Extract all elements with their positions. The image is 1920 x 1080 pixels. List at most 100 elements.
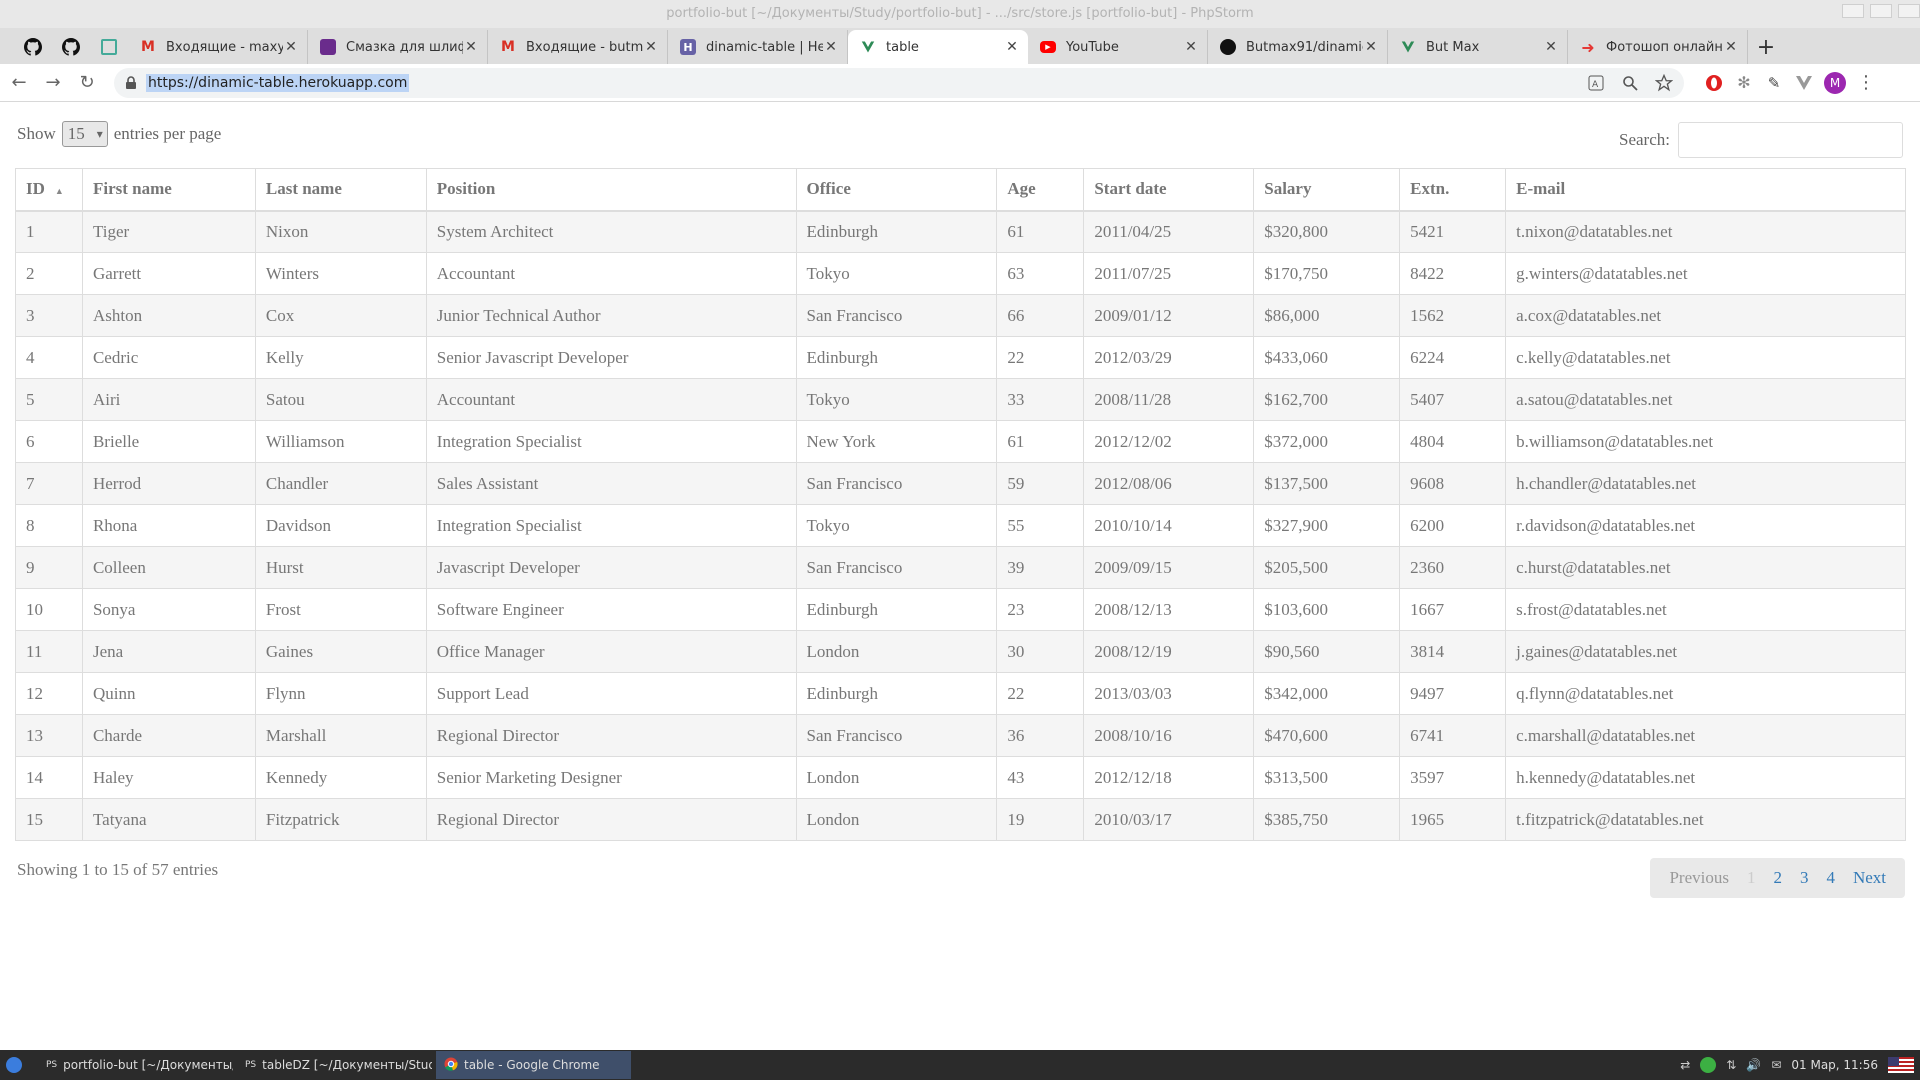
page-button[interactable]: 2 — [1764, 868, 1791, 888]
column-header[interactable]: Extn. — [1399, 168, 1507, 212]
column-header[interactable]: First name — [81, 168, 256, 212]
browser-tab[interactable]: Смазка для шлифо✕ — [308, 30, 488, 64]
reload-button[interactable]: ↻ — [72, 68, 102, 98]
profile-avatar[interactable]: M — [1824, 71, 1846, 94]
start-menu-button[interactable] — [0, 1051, 28, 1079]
back-button[interactable]: ← — [4, 68, 34, 98]
column-header[interactable]: Salary — [1253, 168, 1401, 212]
table-cell: 2012/12/02 — [1083, 420, 1255, 463]
table-cell: 2008/11/28 — [1083, 378, 1255, 421]
table-cell: 7 — [15, 462, 83, 505]
flag-icon[interactable] — [1888, 1057, 1914, 1073]
table-cell: Frost — [254, 588, 427, 631]
translate-icon[interactable]: A — [1586, 73, 1606, 93]
table-cell: 4 — [15, 336, 83, 379]
table-cell: Cedric — [81, 336, 256, 379]
arrow-icon: ➜ — [1581, 37, 1595, 57]
menu-kebab-icon[interactable]: ⋮ — [1856, 72, 1876, 93]
opera-extension-icon[interactable] — [1704, 73, 1724, 93]
table-cell: Edinburgh — [795, 588, 998, 631]
clock[interactable]: 01 Мар, 11:56 — [1791, 1058, 1878, 1072]
close-window-icon[interactable] — [1898, 4, 1920, 18]
page-button[interactable]: 1 — [1738, 868, 1765, 888]
table-cell: Winters — [254, 252, 427, 295]
phpstorm-icon: PS — [245, 1060, 257, 1070]
pen-extension-icon[interactable]: ✎ — [1764, 73, 1784, 93]
table-cell: t.nixon@datatables.net — [1505, 210, 1906, 253]
minimize-icon[interactable] — [1842, 4, 1864, 18]
address-bar[interactable]: https://dinamic-table.herokuapp.com A — [114, 67, 1684, 98]
close-tab-icon[interactable]: ✕ — [1723, 39, 1739, 55]
close-tab-icon[interactable]: ✕ — [1183, 39, 1199, 55]
window-titlebar: portfolio-but [~/Документы/Study/portfol… — [0, 0, 1920, 28]
close-tab-icon[interactable]: ✕ — [1363, 39, 1379, 55]
close-tab-icon[interactable]: ✕ — [283, 39, 299, 55]
new-tab-button[interactable]: + — [1748, 30, 1784, 64]
browser-tab[interactable]: M Входящие - maxym✕ — [128, 30, 308, 64]
table-cell: Williamson — [254, 420, 427, 463]
search-input[interactable] — [1678, 122, 1903, 158]
zoom-icon[interactable] — [1620, 73, 1640, 93]
table-body: 1 Tiger Nixon System Architect Edinburgh 61 20… — [15, 210, 1906, 841]
taskbar-task[interactable]: table - Google Chrome — [436, 1051, 631, 1079]
table-row: 4 Cedric Kelly Senior Javascript Developer E… — [15, 336, 1906, 379]
transfer-icon[interactable]: ⇅ — [1726, 1058, 1736, 1072]
table-info: Showing 1 to 15 of 57 entries — [17, 860, 219, 879]
column-header[interactable]: E-mail — [1505, 168, 1906, 212]
column-header[interactable]: Age — [996, 168, 1085, 212]
close-tab-icon[interactable]: ✕ — [463, 39, 479, 55]
table-cell: Jena — [81, 630, 256, 673]
close-tab-icon[interactable]: ✕ — [1543, 39, 1559, 55]
previous-button[interactable]: Previous — [1660, 868, 1738, 888]
taskbar-task[interactable]: PS portfolio-but [~/Документы/... — [38, 1051, 233, 1079]
close-tab-icon[interactable]: ✕ — [643, 39, 659, 55]
taskbar-task[interactable]: PS tableDZ [~/Документы/Stud... — [237, 1051, 432, 1079]
table-cell: Edinburgh — [795, 672, 998, 715]
bookmark-star-icon[interactable] — [1654, 73, 1674, 93]
column-header[interactable]: Office — [795, 168, 998, 212]
chrome-icon — [444, 1057, 458, 1074]
browser-tab[interactable]: Butmax91/dinamic_t✕ — [1208, 30, 1388, 64]
next-button[interactable]: Next — [1844, 868, 1895, 888]
table-cell: 3 — [15, 294, 83, 337]
check-icon[interactable] — [1700, 1057, 1717, 1073]
pinned-tab-github-2[interactable] — [52, 30, 90, 64]
table-cell: 61 — [996, 210, 1085, 253]
network-icon[interactable]: ⇄ — [1680, 1058, 1690, 1072]
table-cell: Integration Specialist — [425, 504, 797, 547]
per-page-select[interactable]: 15 — [61, 121, 108, 147]
column-header[interactable]: ID ▲ — [15, 168, 83, 212]
table-cell: Quinn — [81, 672, 256, 715]
mail-icon[interactable]: ✉ — [1771, 1058, 1781, 1072]
browser-tab[interactable]: M Входящие - butmax✕ — [488, 30, 668, 64]
url-text[interactable]: https://dinamic-table.herokuapp.com — [146, 73, 410, 92]
table-cell: 10 — [15, 588, 83, 631]
maximize-icon[interactable] — [1870, 4, 1892, 18]
pinned-tab-app[interactable] — [90, 30, 128, 64]
table-cell: Regional Director — [425, 798, 797, 841]
volume-icon[interactable]: 🔊 — [1746, 1058, 1761, 1072]
table-cell: Accountant — [425, 378, 797, 421]
page-button[interactable]: 3 — [1791, 868, 1818, 888]
column-header[interactable]: Position — [425, 168, 797, 212]
column-header[interactable]: Start date — [1083, 168, 1255, 212]
browser-tab[interactable]: ▶ YouTube ✕ — [1028, 30, 1208, 64]
snowflake-extension-icon[interactable]: ✻ — [1734, 73, 1754, 93]
sort-ascending-icon[interactable]: ▲ — [55, 186, 64, 196]
table-cell: $90,560 — [1253, 630, 1401, 673]
vue-devtools-icon[interactable] — [1794, 73, 1814, 93]
page-button[interactable]: 4 — [1817, 868, 1844, 888]
forward-button[interactable]: → — [38, 68, 68, 98]
table-cell: Colleen — [81, 546, 256, 589]
browser-tab[interactable]: Hdinamic-table | Hero✕ — [668, 30, 848, 64]
close-tab-icon[interactable]: ✕ — [823, 39, 839, 55]
browser-tab[interactable]: ➜ Фотошоп онлайн - ✕ — [1568, 30, 1748, 64]
taskbar-task-label: portfolio-but [~/Документы/... — [63, 1058, 233, 1072]
pinned-tab-github[interactable] — [14, 30, 52, 64]
column-header[interactable]: Last name — [254, 168, 427, 212]
close-tab-icon[interactable]: ✕ — [1004, 39, 1020, 55]
table-cell: 6200 — [1399, 504, 1507, 547]
browser-tab[interactable]: But Max ✕ — [1388, 30, 1568, 64]
browser-tab[interactable]: table ✕ — [848, 30, 1028, 64]
table-cell: 2011/04/25 — [1083, 210, 1255, 253]
